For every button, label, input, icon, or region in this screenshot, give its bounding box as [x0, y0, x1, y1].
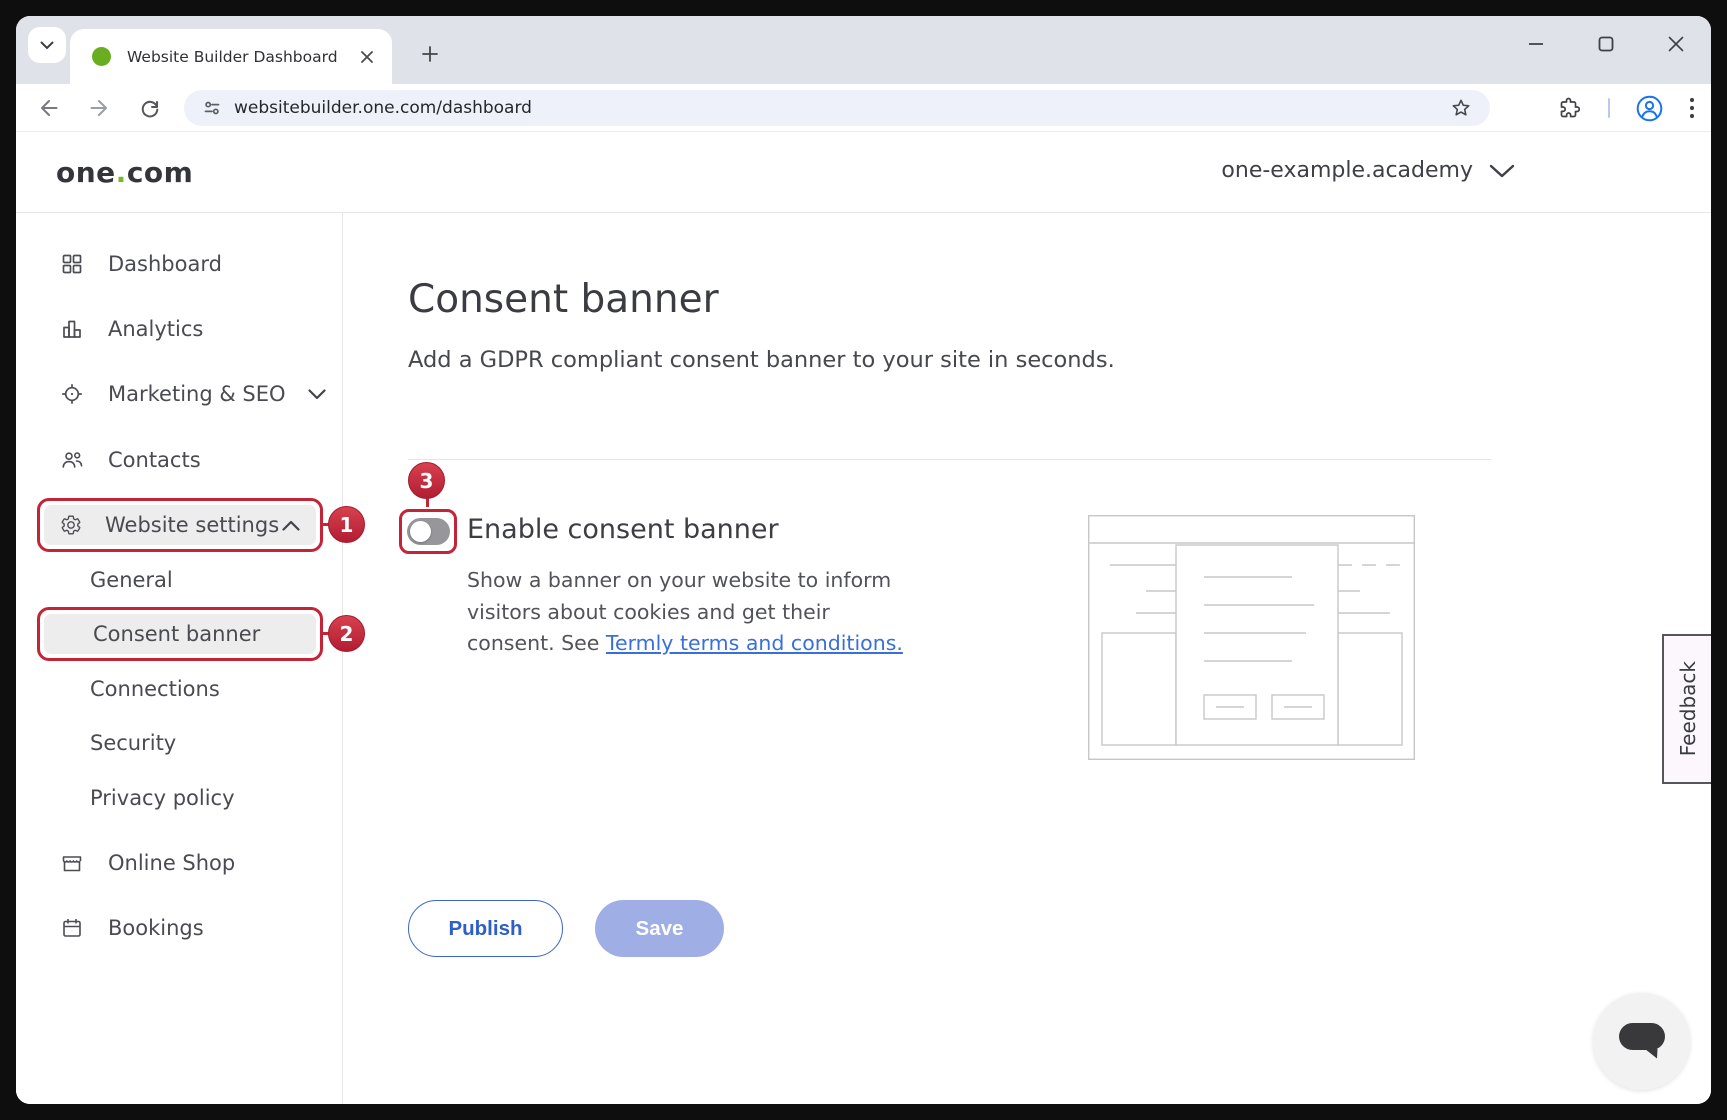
annotation-badge-3: 3 — [408, 462, 445, 499]
feedback-label: Feedback — [1676, 661, 1700, 756]
page-subtitle: Add a GDPR compliant consent banner to y… — [408, 347, 1115, 373]
chevron-up-icon — [282, 520, 300, 531]
feedback-tab[interactable]: Feedback — [1662, 634, 1711, 784]
sidebar-item-label: Connections — [90, 677, 220, 701]
publish-button[interactable]: Publish — [408, 900, 563, 957]
page-title: Consent banner — [408, 277, 719, 322]
annotation-box-3 — [399, 509, 457, 554]
sidebar-item-bookings[interactable]: Bookings — [60, 905, 204, 951]
chat-launcher-button[interactable] — [1593, 993, 1690, 1090]
domain-name: one-example.academy — [1221, 158, 1473, 183]
annotation-box-2: Consent banner — [37, 607, 323, 661]
sidebar-item-security[interactable]: Security — [90, 720, 176, 766]
sidebar-item-label: Consent banner — [93, 622, 260, 646]
enable-consent-toggle[interactable] — [407, 518, 450, 545]
tab-close-icon[interactable] — [356, 46, 378, 68]
logo-green-dot: . — [116, 156, 127, 189]
sidebar-item-marketing-seo[interactable]: Marketing & SEO — [60, 371, 326, 417]
desc-line-1: Show a banner on your website to inform — [467, 565, 903, 597]
minimize-icon[interactable] — [1523, 31, 1549, 57]
desc-line-3: consent. See Termly terms and conditions… — [467, 628, 903, 660]
new-tab-button[interactable] — [414, 38, 446, 70]
sidebar-item-label: Bookings — [108, 916, 204, 940]
toolbar-right-cluster — [1558, 90, 1695, 126]
main-content: Consent banner Add a GDPR compliant cons… — [343, 213, 1711, 1104]
sidebar-item-online-shop[interactable]: Online Shop — [60, 840, 235, 886]
domain-selector[interactable]: one-example.academy — [1221, 158, 1515, 183]
sidebar-item-website-settings[interactable]: Website settings — [44, 505, 316, 545]
browser-window: Website Builder Dashboard — [16, 16, 1711, 1104]
sidebar-item-privacy-policy[interactable]: Privacy policy — [90, 775, 235, 821]
sidebar-item-label: Security — [90, 731, 176, 755]
calendar-icon — [60, 916, 84, 940]
dashboard-icon — [60, 252, 84, 276]
app-header: one.com one-example.academy — [16, 132, 1711, 213]
bookmark-star-icon[interactable] — [1450, 97, 1472, 119]
desc-line-3-prefix: consent. See — [467, 631, 606, 655]
close-window-icon[interactable] — [1663, 31, 1689, 57]
sidebar-item-consent-banner[interactable]: Consent banner — [44, 614, 316, 654]
sidebar-item-label: Privacy policy — [90, 786, 235, 810]
forward-icon[interactable] — [88, 96, 112, 120]
profile-icon[interactable] — [1636, 95, 1663, 122]
tab-favicon — [92, 47, 111, 66]
consent-banner-illustration — [1088, 515, 1415, 760]
gear-icon — [59, 513, 83, 537]
section-divider — [408, 459, 1491, 460]
setting-description: Show a banner on your website to inform … — [467, 565, 903, 660]
sidebar-item-analytics[interactable]: Analytics — [60, 306, 203, 352]
toggle-knob — [410, 521, 431, 542]
site-settings-icon[interactable] — [202, 98, 222, 118]
chevron-down-icon — [40, 41, 54, 50]
reload-icon[interactable] — [138, 96, 162, 120]
sidebar-item-dashboard[interactable]: Dashboard — [60, 241, 222, 287]
save-button[interactable]: Save — [595, 900, 724, 957]
browser-toolbar: websitebuilder.one.com/dashboard — [16, 84, 1711, 132]
annotation-connector-3 — [426, 498, 429, 507]
termly-terms-link[interactable]: Termly terms and conditions. — [606, 631, 903, 655]
people-icon — [60, 448, 84, 472]
annotation-badge-1: 1 — [328, 506, 365, 543]
sidebar-item-contacts[interactable]: Contacts — [60, 437, 201, 483]
maximize-icon[interactable] — [1593, 31, 1619, 57]
chat-bubble-icon — [1618, 1023, 1666, 1061]
browser-tab[interactable]: Website Builder Dashboard — [70, 29, 392, 84]
chevron-down-icon — [308, 389, 326, 400]
sidebar: Dashboard Analytics Marketing & SEO — [16, 213, 343, 1104]
storefront-icon — [60, 851, 84, 875]
annotation-badge-2: 2 — [328, 615, 365, 652]
toolbar-separator — [1608, 98, 1610, 118]
sidebar-item-connections[interactable]: Connections — [90, 666, 220, 712]
annotation-box-1: Website settings — [37, 498, 323, 552]
sidebar-item-label: General — [90, 568, 173, 592]
extensions-icon[interactable] — [1558, 96, 1582, 120]
url-text[interactable]: websitebuilder.one.com/dashboard — [234, 98, 532, 118]
sidebar-item-label: Marketing & SEO — [108, 382, 286, 406]
setting-label: Enable consent banner — [467, 514, 779, 545]
target-icon — [60, 382, 84, 406]
sidebar-item-general[interactable]: General — [90, 557, 173, 603]
tab-search-button[interactable] — [28, 27, 66, 63]
logo-text-com: com — [127, 156, 194, 189]
menu-dots-icon[interactable] — [1689, 97, 1695, 119]
desc-line-2: visitors about cookies and get their — [467, 597, 903, 629]
sidebar-item-label: Dashboard — [108, 252, 222, 276]
sidebar-item-label: Analytics — [108, 317, 203, 341]
app-body: Dashboard Analytics Marketing & SEO — [16, 213, 1711, 1104]
address-bar[interactable]: websitebuilder.one.com/dashboard — [184, 90, 1490, 126]
chevron-down-icon — [1489, 164, 1515, 178]
sidebar-item-label: Contacts — [108, 448, 201, 472]
one-com-logo: one.com — [56, 156, 193, 189]
analytics-icon — [60, 317, 84, 341]
back-icon[interactable] — [36, 96, 60, 120]
logo-text-one: one — [56, 156, 116, 189]
window-controls — [1523, 26, 1689, 62]
tab-strip: Website Builder Dashboard — [16, 16, 1711, 84]
tab-title: Website Builder Dashboard — [127, 48, 356, 66]
sidebar-item-label: Online Shop — [108, 851, 235, 875]
sidebar-item-label: Website settings — [105, 513, 279, 537]
